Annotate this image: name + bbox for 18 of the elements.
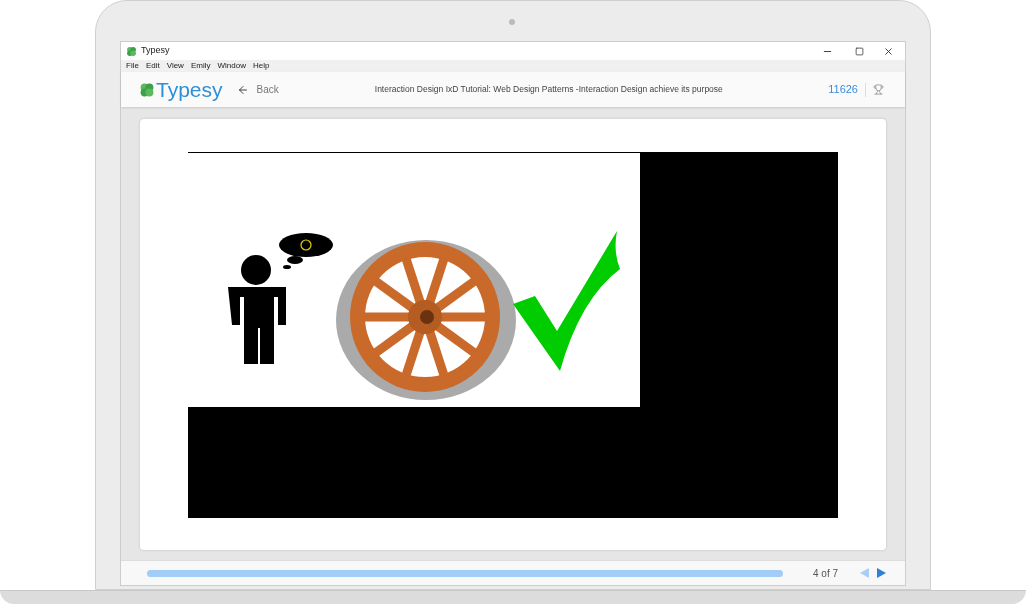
menu-item[interactable]: Emily [190, 62, 211, 70]
points-count: 11626 [828, 82, 858, 98]
back-button[interactable]: Back [236, 82, 279, 97]
trophy-icon[interactable] [873, 84, 884, 95]
course-title: Interaction Design IxD Tutorial: Web Design Patterns -Interaction Design achieve its purpose [374, 83, 723, 96]
menu-item[interactable]: File [126, 62, 139, 70]
back-arrow-icon [236, 83, 249, 96]
menu-item[interactable]: View [166, 62, 184, 70]
logo-text: Typesy [156, 79, 223, 100]
close-icon[interactable] [883, 45, 894, 57]
logo-icon [139, 81, 155, 98]
window-title: Typesy [141, 44, 170, 58]
menu-item[interactable]: Edit [145, 62, 160, 70]
maximize-icon[interactable] [855, 46, 864, 56]
page-counter: 4 of 7 [813, 566, 839, 581]
menu-item[interactable]: Window [217, 62, 246, 70]
menu-item[interactable]: Help [252, 62, 270, 70]
app-icon [126, 45, 137, 57]
